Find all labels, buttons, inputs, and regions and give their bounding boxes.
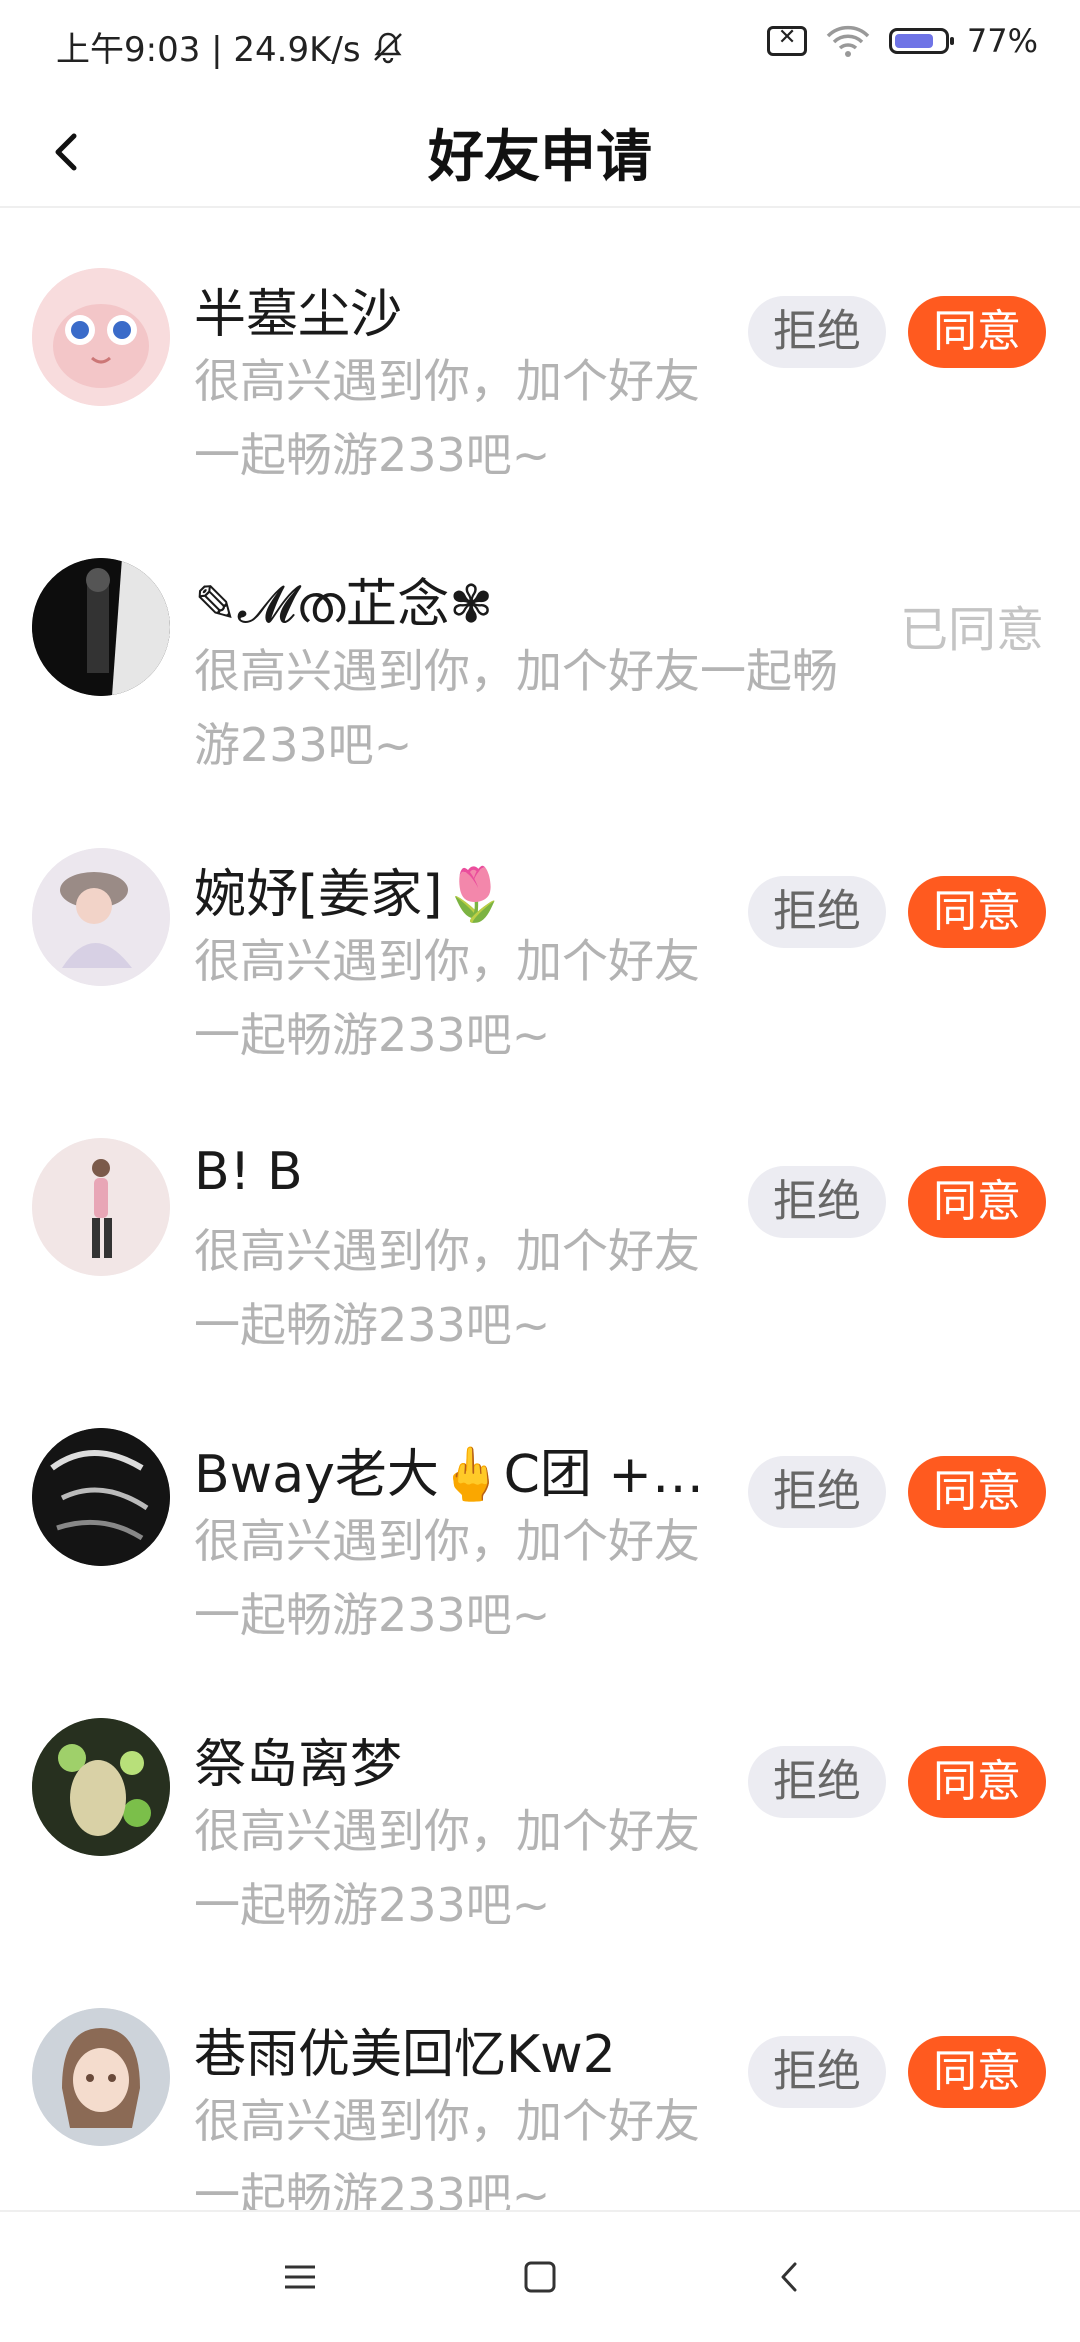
avatar[interactable]	[32, 558, 170, 696]
header: 好友申请	[0, 96, 1080, 208]
request-message: 很高兴遇到你，加个好友 一起畅游233吧~	[194, 1214, 700, 1362]
reject-button[interactable]: 拒绝	[748, 296, 886, 368]
accept-button[interactable]: 同意	[908, 876, 1046, 948]
avatar[interactable]	[32, 1138, 170, 1276]
message-line: 一起畅游233吧~	[194, 1588, 551, 1642]
request-message: 很高兴遇到你，加个好友 一起畅游233吧~	[194, 344, 700, 492]
reject-button[interactable]: 拒绝	[748, 1456, 886, 1528]
requester-name: B! B	[194, 1142, 303, 1202]
message-line: 很高兴遇到你，加个好友	[194, 1224, 700, 1278]
message-line: 很高兴遇到你，加个好友	[194, 1804, 700, 1858]
wifi-icon	[825, 24, 871, 58]
message-line: 很高兴遇到你，加个好友	[194, 934, 700, 988]
status-left: 上午9:03 | 24.9K/s	[56, 22, 405, 71]
requester-name: 半墓尘沙	[194, 285, 403, 345]
request-message: 很高兴遇到你，加个好友 一起畅游233吧~	[194, 924, 700, 1072]
page-title: 好友申请	[428, 125, 652, 190]
battery-icon	[888, 28, 954, 54]
avatar[interactable]	[32, 848, 170, 986]
agreed-status: 已同意	[899, 602, 1044, 658]
status-time-speed: 上午9:03 | 24.9K/s	[56, 30, 361, 70]
requester-name: Bway老大🖕C团 + ...	[194, 1445, 714, 1505]
reject-button[interactable]: 拒绝	[748, 1166, 886, 1238]
status-bar: 上午9:03 | 24.9K/s 77%	[0, 0, 1080, 96]
status-right: 77%	[766, 22, 1038, 60]
accept-button[interactable]: 同意	[908, 1456, 1046, 1528]
message-line: 很高兴遇到你，加个好友	[194, 2094, 700, 2148]
message-line: 很高兴遇到你，加个好友一起畅	[194, 644, 838, 698]
avatar[interactable]	[32, 1718, 170, 1856]
request-message: 很高兴遇到你，加个好友 一起畅游233吧~	[194, 1504, 700, 1652]
requester-name: 婉妤[姜家]🌷	[194, 865, 508, 925]
avatar[interactable]	[32, 268, 170, 406]
request-message: 很高兴遇到你，加个好友 一起畅游233吧~	[194, 1794, 700, 1942]
home-square-icon[interactable]	[515, 2252, 565, 2302]
message-line: 一起畅游233吧~	[194, 1878, 551, 1932]
accept-button[interactable]: 同意	[908, 1166, 1046, 1238]
accept-button[interactable]: 同意	[908, 296, 1046, 368]
system-nav-bar	[0, 2210, 1080, 2342]
menu-icon[interactable]	[275, 2252, 325, 2302]
requester-name: ✎𝓜ത芷念✾	[194, 575, 493, 635]
list-item[interactable]: Bway老大🖕C团 + ... 很高兴遇到你，加个好友 一起畅游233吧~ 拒绝…	[0, 1400, 1080, 1690]
avatar[interactable]	[32, 2008, 170, 2146]
list-item[interactable]: 祭岛离梦 很高兴遇到你，加个好友 一起畅游233吧~ 拒绝 同意	[0, 1690, 1080, 1980]
message-line: 一起畅游233吧~	[194, 1008, 551, 1062]
requester-name: 祭岛离梦	[194, 1735, 403, 1795]
message-line: 一起畅游233吧~	[194, 428, 551, 482]
list-item[interactable]: B! B 很高兴遇到你，加个好友 一起畅游233吧~ 拒绝 同意	[0, 1110, 1080, 1400]
requester-name: 巷雨优美回忆Kw2	[194, 2025, 616, 2085]
reject-button[interactable]: 拒绝	[748, 2036, 886, 2108]
accept-button[interactable]: 同意	[908, 1746, 1046, 1818]
message-line: 游233吧~	[194, 718, 413, 772]
message-line: 很高兴遇到你，加个好友	[194, 1514, 700, 1568]
list-item[interactable]: ✎𝓜ത芷念✾ 很高兴遇到你，加个好友一起畅 游233吧~ 已同意	[0, 530, 1080, 820]
list-item[interactable]: 婉妤[姜家]🌷 很高兴遇到你，加个好友 一起畅游233吧~ 拒绝 同意	[0, 820, 1080, 1110]
sim-error-icon	[766, 25, 807, 56]
reject-button[interactable]: 拒绝	[748, 1746, 886, 1818]
message-line: 一起畅游233吧~	[194, 1298, 551, 1352]
request-message: 很高兴遇到你，加个好友一起畅 游233吧~	[194, 634, 838, 782]
battery-percent: 77%	[966, 22, 1038, 60]
message-line: 很高兴遇到你，加个好友	[194, 354, 700, 408]
reject-button[interactable]: 拒绝	[748, 876, 886, 948]
avatar[interactable]	[32, 1428, 170, 1566]
bell-muted-icon	[371, 30, 405, 64]
accept-button[interactable]: 同意	[908, 2036, 1046, 2108]
list-item[interactable]: 半墓尘沙 很高兴遇到你，加个好友 一起畅游233吧~ 拒绝 同意	[0, 240, 1080, 530]
back-chevron-icon[interactable]	[765, 2252, 815, 2302]
